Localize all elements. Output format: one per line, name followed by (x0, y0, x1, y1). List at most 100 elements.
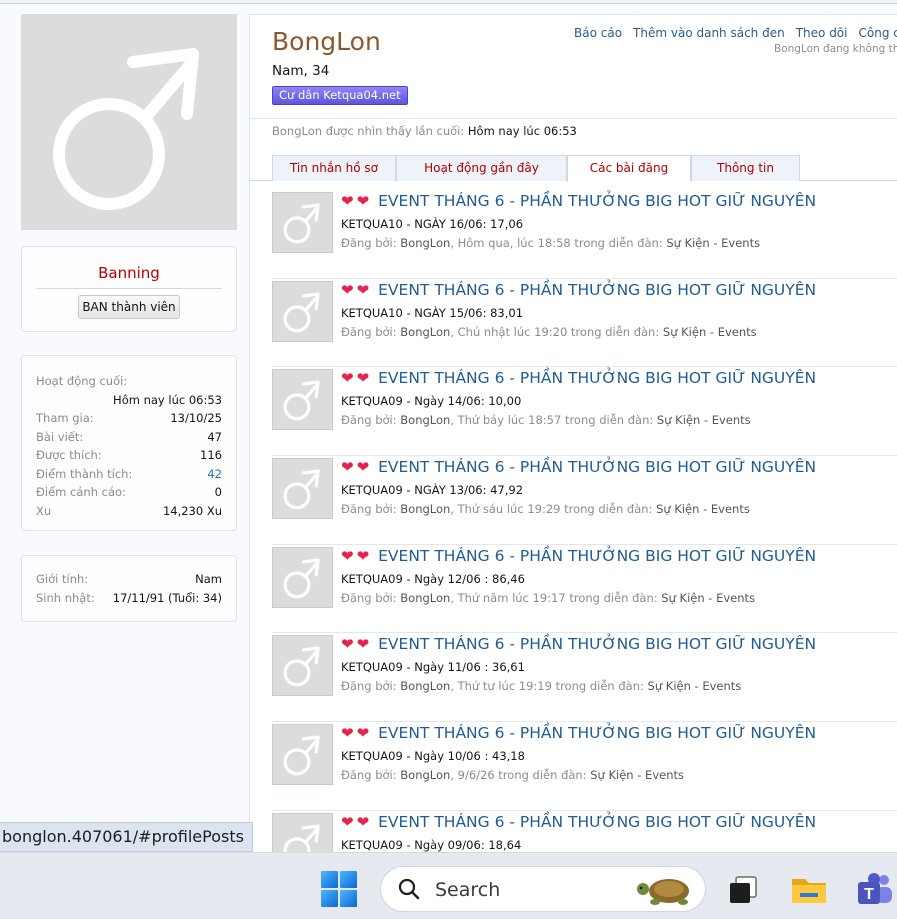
post-list: ❤❤ EVENT THÁNG 6 - PHẦN THƯỞNG BIG HOT GI… (272, 190, 897, 852)
male-symbol-icon (283, 292, 320, 333)
post-title-link[interactable]: ❤❤ EVENT THÁNG 6 - PHẦN THƯỞNG BIG HOT GI… (341, 369, 816, 387)
post-forum-link[interactable]: Sự Kiện - Events (666, 236, 760, 250)
post-snippet: KETQUA09 - Ngày 11/06 : 36,61 (341, 660, 525, 675)
post-snippet: KETQUA09 - Ngày 12/06 : 86,46 (341, 571, 525, 586)
male-symbol-icon (53, 48, 199, 210)
tab-profile-posts[interactable]: Tin nhắn hồ sơ (272, 155, 396, 181)
list-item: ❤❤ EVENT THÁNG 6 - PHẦN THƯỞNG BIG HOT GI… (272, 722, 897, 811)
post-avatar[interactable] (272, 458, 333, 520)
task-view-icon[interactable] (724, 871, 762, 909)
post-title-link[interactable]: ❤❤ EVENT THÁNG 6 - PHẦN THƯỞNG BIG HOT GI… (341, 635, 816, 653)
profile-avatar[interactable] (21, 14, 237, 230)
post-title-link[interactable]: ❤❤ EVENT THÁNG 6 - PHẦN THƯỞNG BIG HOT GI… (341, 281, 816, 299)
tab-information[interactable]: Thông tin (691, 155, 800, 181)
stat-row: Tham gia: 13/10/25 (36, 411, 222, 425)
taskbar-search[interactable]: Search (380, 866, 706, 912)
post-title-link[interactable]: ❤❤ EVENT THÁNG 6 - PHẦN THƯỞNG BIG HOT GI… (341, 813, 816, 831)
stats-box: Hoạt động cuối: Hôm nay lúc 06:53 Tham g… (21, 355, 237, 531)
list-item: ❤❤ EVENT THÁNG 6 - PHẦN THƯỞNG BIG HOT GI… (272, 633, 897, 723)
report-link[interactable]: Báo cáo (574, 26, 622, 40)
post-avatar[interactable] (272, 812, 333, 852)
list-item: ❤❤ EVENT THÁNG 6 - PHẦN THƯỞNG BIG HOT GI… (272, 456, 897, 545)
male-symbol-icon (283, 469, 320, 510)
follow-link[interactable]: Theo dõi (796, 26, 848, 40)
post-author-link[interactable]: BongLon (400, 679, 450, 693)
profile-actions: Báo cáo Thêm vào danh sách đen Theo dõi … (574, 26, 897, 40)
post-snippet: KETQUA10 - NGÀY 16/06: 17,06 (341, 217, 524, 231)
heart-icon: ❤❤ (341, 280, 373, 299)
male-symbol-icon (283, 824, 320, 852)
post-meta: Đăng bởi: BongLon, Thứ bảy lúc 18:57 tro… (341, 413, 751, 428)
file-explorer-icon[interactable] (790, 871, 828, 909)
post-author-link[interactable]: BongLon (400, 502, 450, 516)
tab-recent-activity[interactable]: Hoạt động gần đây (396, 155, 567, 181)
teams-icon[interactable]: T (856, 871, 894, 909)
list-item: ❤❤ EVENT THÁNG 6 - PHẦN THƯỞNG BIG HOT GI… (272, 545, 897, 634)
svg-text:T: T (864, 886, 874, 903)
heart-icon: ❤❤ (341, 635, 373, 654)
post-author-link[interactable]: BongLon (400, 236, 450, 250)
search-placeholder: Search (435, 879, 501, 901)
heart-icon: ❤❤ (341, 812, 373, 831)
stat-last-active-value: Hôm nay lúc 06:53 (113, 392, 222, 407)
post-title-link[interactable]: ❤❤ EVENT THÁNG 6 - PHẦN THƯỞNG BIG HOT GI… (341, 192, 816, 210)
post-forum-link[interactable]: Sự Kiện - Events (663, 325, 757, 339)
divider (36, 288, 222, 289)
male-symbol-icon (283, 558, 320, 599)
post-snippet: KETQUA09 - Ngày 10/06 : 43,18 (341, 749, 525, 764)
post-author-link[interactable]: BongLon (400, 413, 450, 427)
trophy-points-link[interactable]: 42 (207, 465, 222, 484)
info-row-birthday: Sinh nhật: 17/11/91 (Tuổi: 34) (36, 590, 222, 605)
male-symbol-icon (283, 380, 320, 421)
heart-icon: ❤❤ (341, 192, 373, 210)
post-meta: Đăng bởi: BongLon, Thứ sáu lúc 19:29 tro… (341, 502, 750, 517)
user-title-badge: Cư dân Ketqua04.net (272, 86, 408, 105)
post-avatar[interactable] (272, 724, 333, 786)
post-meta: Đăng bởi: BongLon, Thứ năm lúc 19:17 tro… (341, 590, 756, 605)
ban-member-button[interactable]: BAN thành viên (78, 295, 180, 319)
post-title-link[interactable]: ❤❤ EVENT THÁNG 6 - PHẦN THƯỞNG BIG HOT GI… (341, 724, 816, 742)
male-symbol-icon (283, 203, 320, 244)
divider (250, 118, 897, 119)
stat-row: Điểm thành tích: 42 (36, 465, 222, 484)
post-meta: Đăng bởi: BongLon, 9/6/26 trong diễn đàn… (341, 768, 684, 783)
ignore-link[interactable]: Thêm vào danh sách đen (633, 26, 785, 40)
post-title-link[interactable]: ❤❤ EVENT THÁNG 6 - PHẦN THƯỞNG BIG HOT GI… (341, 458, 816, 476)
post-forum-link[interactable]: Sự Kiện - Events (656, 502, 750, 516)
windows-start-icon[interactable] (321, 871, 357, 907)
post-title-link[interactable]: ❤❤ EVENT THÁNG 6 - PHẦN THƯỞNG BIG HOT GI… (341, 547, 816, 565)
post-forum-link[interactable]: Sự Kiện - Events (657, 413, 751, 427)
post-avatar[interactable] (272, 635, 333, 697)
post-avatar[interactable] (272, 546, 333, 608)
post-forum-link[interactable]: Sự Kiện - Events (590, 768, 684, 782)
post-forum-link[interactable]: Sự Kiện - Events (661, 591, 755, 605)
browser-page: Banning BAN thành viên Hoạt động cuối: H… (0, 0, 897, 852)
list-item: ❤❤ EVENT THÁNG 6 - PHẦN THƯỞNG BIG HOT GI… (272, 279, 897, 368)
post-snippet: KETQUA09 - NGÀY 13/06: 47,92 (341, 483, 524, 498)
search-icon (398, 878, 420, 900)
post-author-link[interactable]: BongLon (400, 768, 450, 782)
user-gender-age: Nam, 34 (272, 63, 330, 79)
post-snippet: KETQUA10 - NGÀY 15/06: 83,01 (341, 305, 524, 320)
post-meta: Đăng bởi: BongLon, Chủ nhật lúc 19:20 tr… (341, 324, 757, 339)
status-bar-url: bonglon.407061/#profilePosts (0, 822, 253, 852)
stat-row: Bài viết: 47 (36, 429, 222, 444)
post-author-link[interactable]: BongLon (400, 591, 450, 605)
stat-row: Điểm cảnh cáo: 0 (36, 485, 222, 499)
post-forum-link[interactable]: Sự Kiện - Events (648, 679, 742, 693)
post-avatar[interactable] (272, 280, 333, 342)
post-snippet: KETQUA09 - Ngày 14/06: 10,00 (341, 394, 522, 409)
heart-icon: ❤❤ (341, 724, 373, 743)
male-symbol-icon (283, 735, 320, 776)
tools-link[interactable]: Công cụ qu (859, 26, 897, 40)
tab-postings[interactable]: Các bài đăng (567, 155, 691, 182)
post-avatar[interactable] (272, 369, 333, 431)
post-meta: Đăng bởi: BongLon, Hôm qua, lúc 18:58 tr… (341, 236, 761, 250)
post-author-link[interactable]: BongLon (400, 325, 450, 339)
list-item: ❤❤ EVENT THÁNG 6 - PHẦN THƯỞNG BIG HOT GI… (272, 367, 897, 457)
male-symbol-icon (283, 646, 320, 687)
heart-icon: ❤❤ (341, 458, 373, 477)
post-avatar[interactable] (272, 192, 333, 253)
heart-icon: ❤❤ (341, 546, 373, 565)
turtle-icon (637, 879, 689, 905)
